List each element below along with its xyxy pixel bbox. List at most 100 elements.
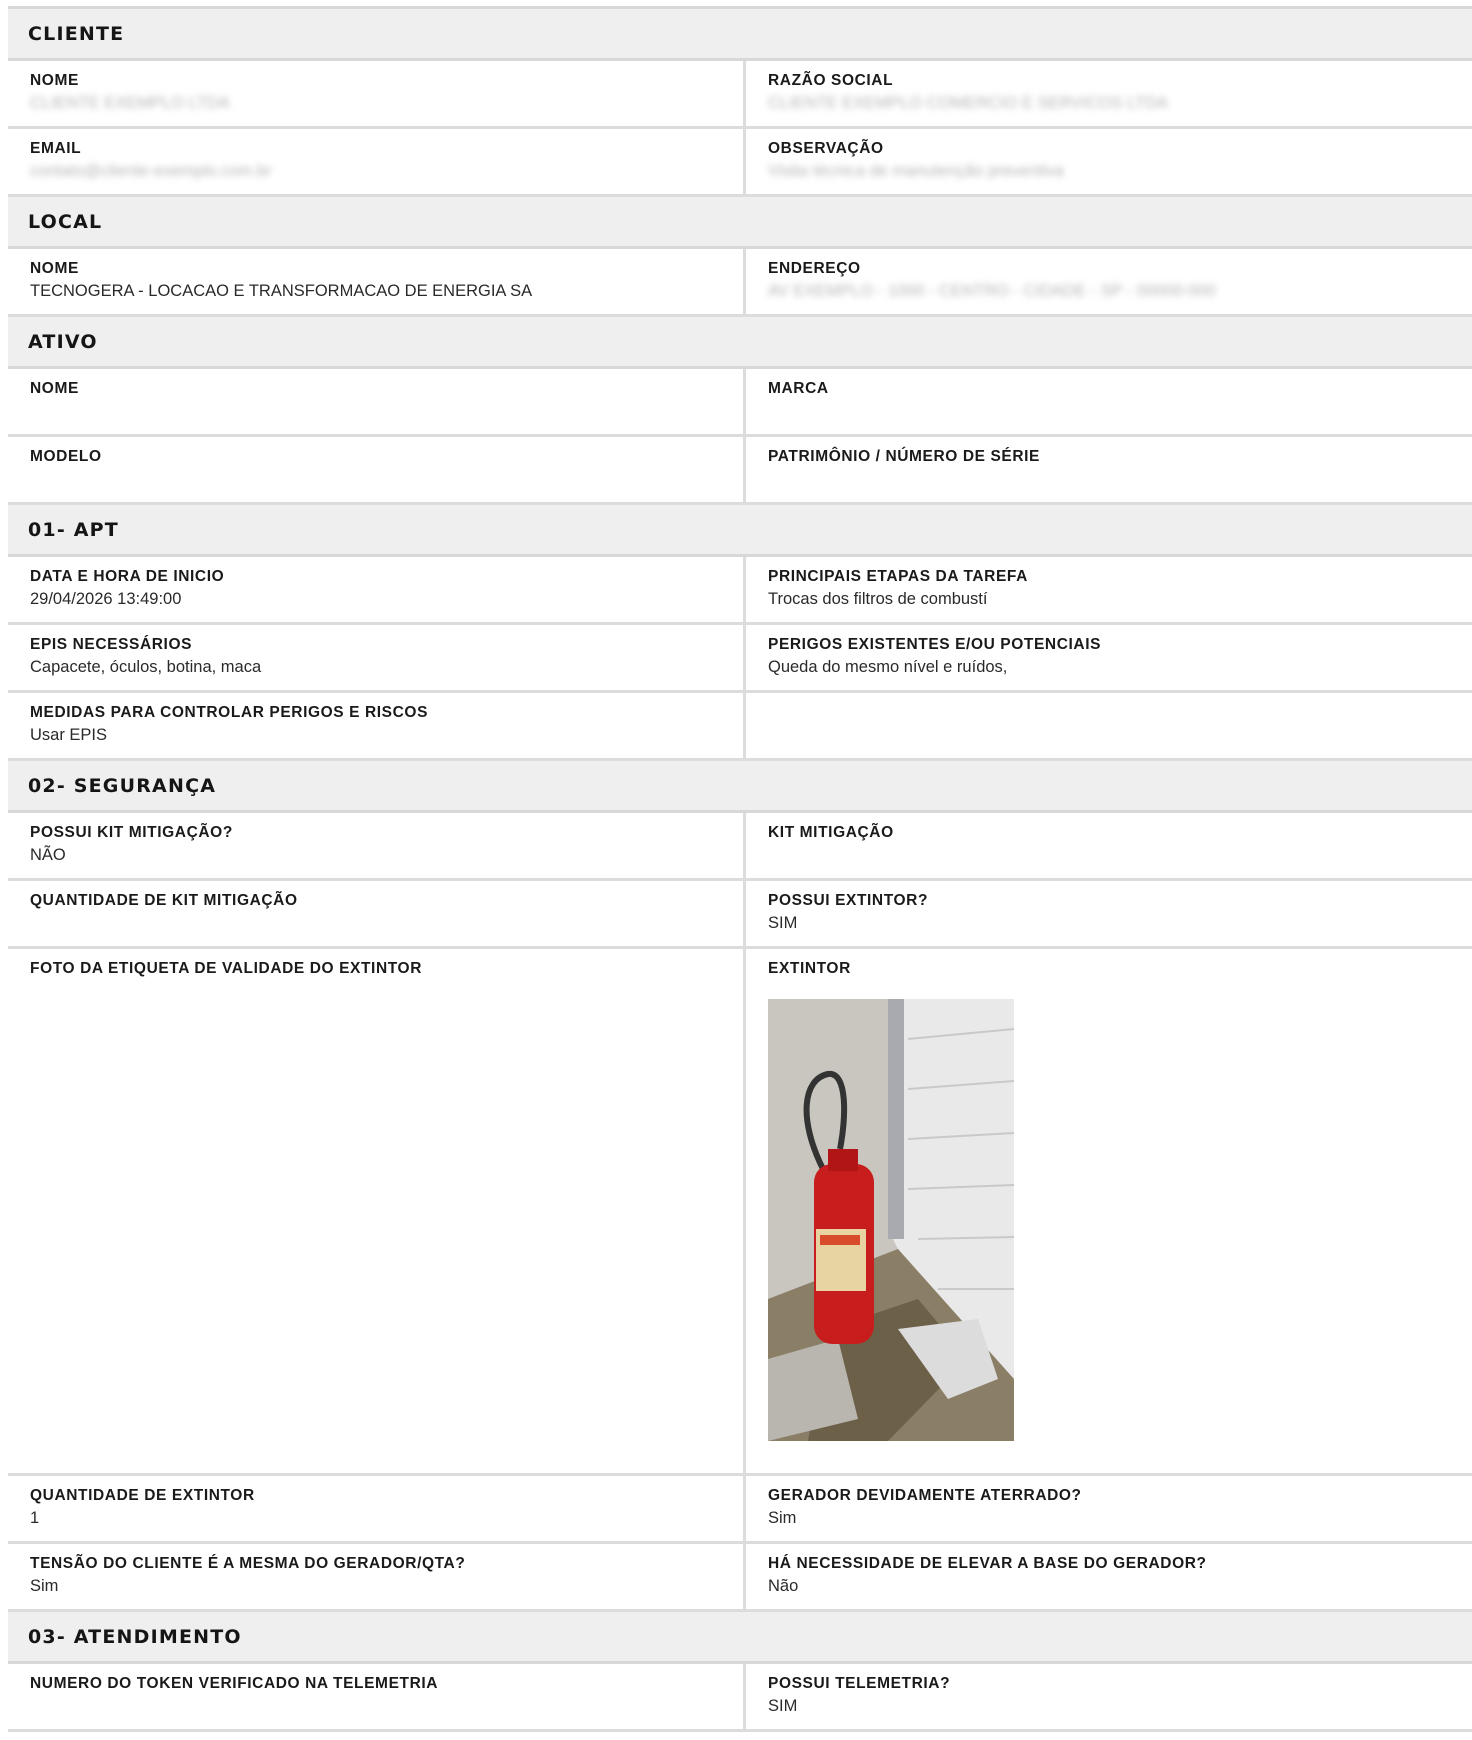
field-label: EMAIL (30, 140, 82, 157)
field-label: EXTINTOR (768, 960, 851, 977)
field-extintor: EXTINTOR (743, 949, 1472, 1473)
section-header: LOCAL (8, 197, 1472, 249)
field-row: NOME TECNOGERA - LOCACAO E TRANSFORMACAO … (8, 249, 1472, 317)
field-label: NOME (30, 72, 79, 89)
field-value (30, 979, 731, 1003)
field-value (768, 723, 1460, 747)
field-endereco: ENDEREÇO AV EXEMPLO - 1000 - CENTRO - CID… (743, 249, 1472, 314)
section-ativo: ATIVO NOME MARCA MODELO PATRIMÔNIO / NÚMERO … (8, 317, 1472, 505)
field-value: NÃO (30, 846, 66, 864)
field-label: MARCA (768, 380, 829, 397)
field-label: NUMERO DO TOKEN VERIFICADO NA TELEMETRIA (30, 1675, 439, 1692)
field-data-e-hora-de-inicio: DATA E HORA DE INICIO 29/04/2026 13:49:00 (8, 557, 743, 622)
section-header: 02- SEGURANÇA (8, 761, 1472, 813)
section-title: CLIENTE (28, 22, 125, 45)
field-numero-do-token-verificado-na-telemetria: NUMERO DO TOKEN VERIFICADO NA TELEMETRIA (8, 1664, 743, 1729)
field-row: POSSUI KIT MITIGAÇÃO? NÃO KIT MITIGAÇÃO (8, 813, 1472, 881)
field-value: 29/04/2026 13:49:00 (30, 590, 182, 608)
field-row: NUMERO DO TOKEN VERIFICADO NA TELEMETRIA… (8, 1664, 1472, 1732)
field-label: MODELO (30, 448, 102, 465)
field-value: Queda do mesmo nível e ruídos, (768, 658, 1008, 676)
field-label: OBSERVAÇÃO (768, 140, 884, 157)
field-epis-necessarios: EPIS NECESSÁRIOS Capacete, óculos, botina… (8, 625, 743, 690)
field-modelo: MODELO (8, 437, 743, 502)
section-header: CLIENTE (8, 9, 1472, 61)
field-value (30, 399, 731, 423)
section-title: 01- APT (28, 518, 119, 541)
field-observacao: OBSERVAÇÃO Visita técnica de manutenção p… (743, 129, 1472, 194)
field-value: CLIENTE EXEMPLO LTDA (30, 94, 230, 112)
field-possui-telemetria: POSSUI TELEMETRIA? SIM (743, 1664, 1472, 1729)
field-label: PERIGOS EXISTENTES E/OU POTENCIAIS (768, 636, 1102, 653)
field-label: NOME (30, 260, 79, 277)
section-02-seguranca: 02- SEGURANÇA POSSUI KIT MITIGAÇÃO? NÃO KIT… (8, 761, 1472, 1612)
field-foto-da-etiqueta-de-validade-do-extintor: FOTO DA ETIQUETA DE VALIDADE DO EXTINTOR (8, 949, 743, 1473)
field-value (768, 843, 1460, 867)
fire-extinguisher-photo[interactable] (768, 999, 1014, 1441)
field-label: MEDIDAS PARA CONTROLAR PERIGOS E RISCOS (30, 704, 429, 721)
section-01-apt: 01- APT DATA E HORA DE INICIO 29/04/2026 1… (8, 505, 1472, 761)
field-patrimonio-numero-de-serie: PATRIMÔNIO / NÚMERO DE SÉRIE (743, 437, 1472, 502)
field-value: AV EXEMPLO - 1000 - CENTRO - CIDADE - SP… (768, 282, 1216, 300)
section-cliente: CLIENTE NOME CLIENTE EXEMPLO LTDA RAZÃO SOC… (8, 9, 1472, 197)
field-kit-mitigacao: KIT MITIGAÇÃO (743, 813, 1472, 878)
field-label: HÁ NECESSIDADE DE ELEVAR A BASE DO GERAD… (768, 1555, 1207, 1572)
field-label: POSSUI TELEMETRIA? (768, 1675, 951, 1692)
field-label: POSSUI EXTINTOR? (768, 892, 929, 909)
field-ha-necessidade-de-elevar-a-base-do-gerador: HÁ NECESSIDADE DE ELEVAR A BASE DO GERAD… (743, 1544, 1472, 1609)
field-value: Sim (30, 1577, 59, 1595)
field-row: MEDIDAS PARA CONTROLAR PERIGOS E RISCOS U… (8, 693, 1472, 761)
field-empty (743, 693, 1472, 758)
field-label: DATA E HORA DE INICIO (30, 568, 225, 585)
section-header: 03- ATENDIMENTO (8, 1612, 1472, 1664)
field-value: Sim (768, 1509, 797, 1527)
section-title: LOCAL (28, 210, 103, 233)
field-gerador-devidamente-aterrado: GERADOR DEVIDAMENTE ATERRADO? Sim (743, 1476, 1472, 1541)
field-nome: NOME CLIENTE EXEMPLO LTDA (8, 61, 743, 126)
field-medidas-para-controlar-perigos-e-riscos: MEDIDAS PARA CONTROLAR PERIGOS E RISCOS U… (8, 693, 743, 758)
field-value (30, 911, 731, 935)
field-label: NOME (30, 380, 79, 397)
field-label: KIT MITIGAÇÃO (768, 824, 894, 841)
section-header: ATIVO (8, 317, 1472, 369)
field-value: TECNOGERA - LOCACAO E TRANSFORMACAO DE E… (30, 282, 533, 300)
section-local: LOCAL NOME TECNOGERA - LOCACAO E TRANSFORM… (8, 197, 1472, 317)
field-value: Capacete, óculos, botina, maca (30, 658, 262, 676)
section-header: 01- APT (8, 505, 1472, 557)
field-label: PRINCIPAIS ETAPAS DA TAREFA (768, 568, 1028, 585)
field-possui-kit-mitigacao: POSSUI KIT MITIGAÇÃO? NÃO (8, 813, 743, 878)
field-quantidade-de-extintor: QUANTIDADE DE EXTINTOR 1 (8, 1476, 743, 1541)
field-label: ENDEREÇO (768, 260, 861, 277)
field-razao-social: RAZÃO SOCIAL CLIENTE EXEMPLO COMERCIO E S… (743, 61, 1472, 126)
section-title: ATIVO (28, 330, 98, 353)
field-row: NOME CLIENTE EXEMPLO LTDA RAZÃO SOCIAL CLIE… (8, 61, 1472, 129)
field-nome: NOME TECNOGERA - LOCACAO E TRANSFORMACAO … (8, 249, 743, 314)
field-quantidade-de-kit-mitigacao: QUANTIDADE DE KIT MITIGAÇÃO (8, 881, 743, 946)
field-label: QUANTIDADE DE KIT MITIGAÇÃO (30, 892, 298, 909)
field-row: QUANTIDADE DE KIT MITIGAÇÃO POSSUI EXTINT… (8, 881, 1472, 949)
field-row: TENSÃO DO CLIENTE É A MESMA DO GERADOR/Q… (8, 1544, 1472, 1612)
field-label (768, 703, 1460, 723)
field-email: EMAIL contato@cliente-exemplo.com.br (8, 129, 743, 194)
field-label: GERADOR DEVIDAMENTE ATERRADO? (768, 1487, 1082, 1504)
field-label: TENSÃO DO CLIENTE É A MESMA DO GERADOR/Q… (30, 1555, 466, 1572)
field-value (768, 467, 1460, 491)
field-label: FOTO DA ETIQUETA DE VALIDADE DO EXTINTOR (30, 960, 422, 977)
field-possui-extintor: POSSUI EXTINTOR? SIM (743, 881, 1472, 946)
field-row: EMAIL contato@cliente-exemplo.com.br OBSER… (8, 129, 1472, 197)
section-03-atendimento: 03- ATENDIMENTO NUMERO DO TOKEN VERIFICAD… (8, 1612, 1472, 1732)
field-value (768, 399, 1460, 423)
section-title: 03- ATENDIMENTO (28, 1625, 242, 1648)
field-value: Trocas dos filtros de combustí (768, 590, 988, 608)
field-value (30, 467, 731, 491)
field-value: Usar EPIS (30, 726, 108, 744)
field-label: EPIS NECESSÁRIOS (30, 636, 193, 653)
field-value: SIM (768, 914, 798, 932)
field-row: QUANTIDADE DE EXTINTOR 1 GERADOR DEVIDAMEN… (8, 1476, 1472, 1544)
section-title: 02- SEGURANÇA (28, 774, 217, 797)
field-label: PATRIMÔNIO / NÚMERO DE SÉRIE (768, 448, 1040, 465)
field-tensao-do-cliente-e-a-mesma-do-gerador-qta: TENSÃO DO CLIENTE É A MESMA DO GERADOR/Q… (8, 1544, 743, 1609)
field-value: 1 (30, 1509, 40, 1527)
field-row: MODELO PATRIMÔNIO / NÚMERO DE SÉRIE (8, 437, 1472, 505)
field-value: Visita técnica de manutenção preventiva (768, 162, 1064, 180)
